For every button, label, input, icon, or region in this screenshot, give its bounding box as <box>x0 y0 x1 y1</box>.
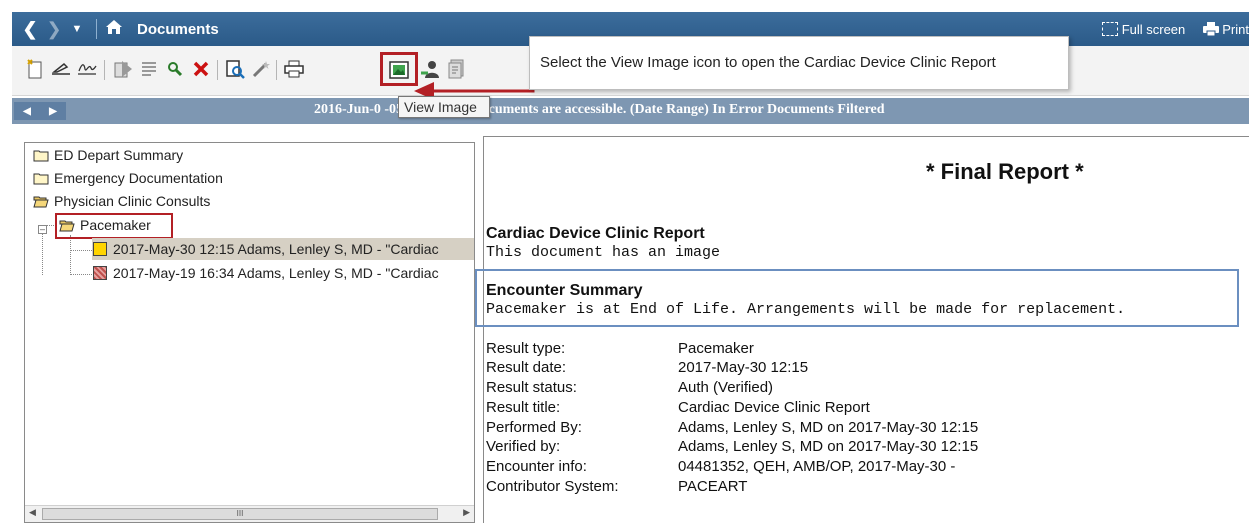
folder-pacemaker[interactable]: Pacemaker <box>59 217 151 233</box>
field-key: Performed By: <box>486 419 582 436</box>
encounter-summary-title: Encounter Summary <box>486 282 643 299</box>
field-key: Encounter info: <box>486 458 587 475</box>
scroll-right-icon[interactable]: ▶ <box>463 507 470 518</box>
document-label: 2017-May-19 16:34 Adams, Lenley S, MD - … <box>113 265 439 281</box>
folder-icon <box>33 173 49 184</box>
folder-ed-depart-summary[interactable]: ED Depart Summary <box>33 147 183 163</box>
printer-icon <box>1203 22 1220 36</box>
field-key: Result title: <box>486 399 561 416</box>
folder-label: Emergency Documentation <box>54 170 223 186</box>
scroll-left-icon[interactable]: ◀ <box>29 507 36 518</box>
info-bar: ◀ ▶ 2016-Jun-0 -05 : 4 out of 5 document… <box>12 98 1249 124</box>
document-row-2[interactable]: 2017-May-19 16:34 Adams, Lenley S, MD - … <box>93 265 439 281</box>
view-image-tooltip: View Image <box>398 96 490 118</box>
instruction-callout: Select the View Image icon to open the C… <box>529 36 1069 90</box>
folder-open-icon <box>59 220 75 231</box>
field-value: Cardiac Device Clinic Report <box>678 399 870 416</box>
document-row-1[interactable]: 2017-May-30 12:15 Adams, Lenley S, MD - … <box>93 241 439 257</box>
folder-open-icon <box>33 196 49 207</box>
report-panel: * Final Report * Cardiac Device Clinic R… <box>475 136 1249 523</box>
view-image-icon[interactable] <box>388 59 410 81</box>
field-value: Adams, Lenley S, MD on 2017-May-30 12:15 <box>678 438 979 455</box>
field-key: Result status: <box>486 379 577 396</box>
field-value: 2017-May-30 12:15 <box>678 359 809 376</box>
folder-label: Physician Clinic Consults <box>54 193 211 209</box>
folder-label: Pacemaker <box>80 217 151 233</box>
report-heading: * Final Report * <box>926 159 1084 184</box>
pending-document-icon <box>93 242 107 256</box>
folder-label: ED Depart Summary <box>54 147 184 163</box>
print-label: Print <box>1222 21 1249 37</box>
signature-icon[interactable] <box>76 58 98 80</box>
forward-document-icon[interactable] <box>112 58 134 80</box>
page-title: Documents <box>137 20 219 38</box>
field-key: Verified by: <box>486 438 561 455</box>
folder-icon <box>33 150 49 161</box>
document-status-icon <box>93 266 107 280</box>
preview-document-icon[interactable] <box>224 58 246 80</box>
field-value: 04481352, QEH, AMB/OP, 2017-May-30 - <box>678 458 956 475</box>
full-screen-button[interactable]: Full screen <box>1101 21 1186 37</box>
full-screen-icon <box>1101 22 1118 36</box>
field-key: Result type: <box>486 340 566 357</box>
field-value: Pacemaker <box>678 340 754 357</box>
back-icon[interactable]: ❮ <box>18 19 42 40</box>
delete-icon[interactable] <box>190 58 212 80</box>
horizontal-scrollbar[interactable]: ◀ III ▶ <box>25 505 474 522</box>
print-icon[interactable] <box>283 58 305 80</box>
folder-emergency-documentation[interactable]: Emergency Documentation <box>33 170 223 186</box>
search-icon[interactable] <box>164 58 186 80</box>
field-value: Adams, Lenley S, MD on 2017-May-30 12:15 <box>678 419 979 436</box>
full-screen-label: Full screen <box>1121 21 1186 37</box>
encounter-summary-text: Pacemaker is at End of Life. Arrangement… <box>486 301 1126 318</box>
chevron-down-icon[interactable]: ▼ <box>66 23 88 35</box>
document-tree: – ED Depart Summary Emergency Documentat… <box>24 142 475 523</box>
field-key: Result date: <box>486 359 567 376</box>
info-nav[interactable]: ◀ ▶ <box>14 102 66 120</box>
print-button[interactable]: Print <box>1203 22 1249 37</box>
field-key: Contributor System: <box>486 478 619 495</box>
home-icon[interactable] <box>105 19 123 40</box>
forward-icon[interactable]: ❯ <box>42 19 66 40</box>
report-image-note: This document has an image <box>486 244 721 261</box>
list-icon[interactable] <box>138 58 160 80</box>
nav-right-icon[interactable]: ▶ <box>49 106 57 117</box>
collapse-pacemaker-icon[interactable]: – <box>38 225 47 234</box>
report-title: Cardiac Device Clinic Report <box>486 225 705 242</box>
scroll-thumb[interactable]: III <box>42 508 438 520</box>
divider <box>96 19 97 39</box>
field-value: PACEART <box>678 478 748 495</box>
nav-left-icon[interactable]: ◀ <box>23 106 31 117</box>
sign-icon[interactable] <box>50 58 72 80</box>
wand-icon[interactable] <box>250 58 272 80</box>
field-value: Auth (Verified) <box>678 379 774 396</box>
document-label: 2017-May-30 12:15 Adams, Lenley S, MD - … <box>113 241 439 257</box>
folder-physician-clinic-consults[interactable]: Physician Clinic Consults <box>33 193 210 209</box>
new-document-icon[interactable] <box>24 58 46 80</box>
